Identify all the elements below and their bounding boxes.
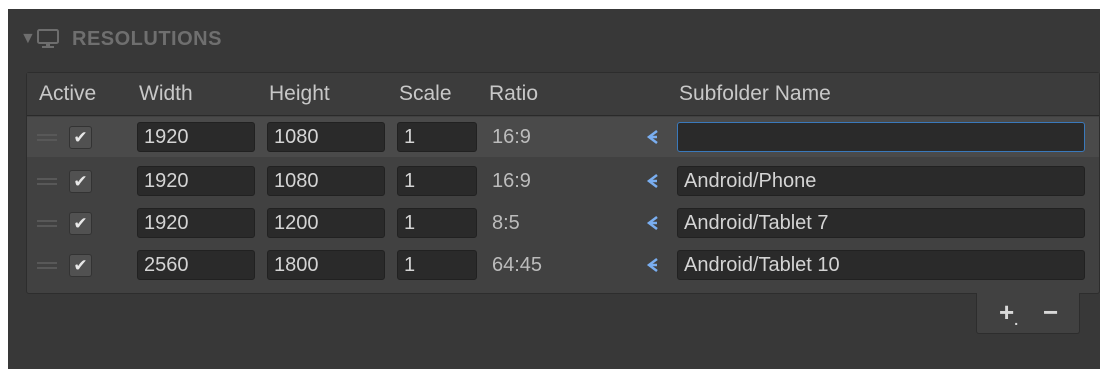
remove-button[interactable]: − xyxy=(1043,297,1058,328)
scale-field[interactable]: 1 xyxy=(397,250,477,280)
link-icon[interactable] xyxy=(644,172,662,190)
table-row[interactable]: ✔ 1920 1080 1 16:9 Android/Phone xyxy=(27,161,1099,201)
resolutions-panel: ▼ RESOLUTIONS Active Width Height Scale … xyxy=(8,9,1100,369)
subfolder-name-field[interactable]: Android/Tablet 10 xyxy=(677,250,1085,280)
list-footer: +. − xyxy=(976,293,1080,334)
subfolder-name-field[interactable]: Android/Tablet 7 xyxy=(677,208,1085,238)
height-field[interactable]: 1080 xyxy=(267,166,385,196)
drag-handle-icon[interactable] xyxy=(37,262,57,272)
link-icon[interactable] xyxy=(644,256,662,274)
resolutions-table: Active Width Height Scale Ratio Subfolde… xyxy=(26,72,1100,294)
column-header-width: Width xyxy=(139,82,193,105)
foldout-arrow-icon[interactable]: ▼ xyxy=(20,30,36,48)
active-checkbox[interactable]: ✔ xyxy=(69,170,92,193)
scale-field[interactable]: 1 xyxy=(397,122,477,152)
active-checkbox[interactable]: ✔ xyxy=(69,126,92,149)
subfolder-name-field[interactable] xyxy=(677,122,1085,152)
drag-handle-icon[interactable] xyxy=(37,178,57,188)
monitor-icon xyxy=(37,29,59,48)
table-header: Active Width Height Scale Ratio Subfolde… xyxy=(27,73,1099,116)
height-field[interactable]: 1080 xyxy=(267,122,385,152)
subfolder-name-field[interactable]: Android/Phone xyxy=(677,166,1085,196)
table-row[interactable]: ✔ 2560 1800 1 64:45 Android/Tablet 10 xyxy=(27,245,1099,285)
add-button[interactable]: +. xyxy=(999,297,1018,328)
active-checkbox[interactable]: ✔ xyxy=(69,254,92,277)
drag-handle-icon[interactable] xyxy=(37,220,57,230)
link-icon[interactable] xyxy=(644,214,662,232)
column-header-ratio: Ratio xyxy=(489,82,539,105)
ratio-value: 16:9 xyxy=(492,126,531,148)
ratio-value: 64:45 xyxy=(492,254,543,276)
width-field[interactable]: 2560 xyxy=(137,250,255,280)
section-title: RESOLUTIONS xyxy=(72,27,222,50)
height-field[interactable]: 1200 xyxy=(267,208,385,238)
width-field[interactable]: 1920 xyxy=(137,166,255,196)
table-row[interactable]: ✔ 1920 1200 1 8:5 Android/Tablet 7 xyxy=(27,203,1099,243)
column-header-scale: Scale xyxy=(399,82,452,105)
ratio-value: 16:9 xyxy=(492,170,531,192)
width-field[interactable]: 1920 xyxy=(137,122,255,152)
column-header-height: Height xyxy=(269,82,330,105)
drag-handle-icon[interactable] xyxy=(37,134,57,144)
width-field[interactable]: 1920 xyxy=(137,208,255,238)
active-checkbox[interactable]: ✔ xyxy=(69,212,92,235)
link-icon[interactable] xyxy=(644,128,662,146)
scale-field[interactable]: 1 xyxy=(397,166,477,196)
table-row[interactable]: ✔ 1920 1080 1 16:9 xyxy=(27,117,1099,157)
ratio-value: 8:5 xyxy=(492,212,520,234)
scale-field[interactable]: 1 xyxy=(397,208,477,238)
column-header-subfolder: Subfolder Name xyxy=(679,82,831,105)
section-header[interactable]: ▼ RESOLUTIONS xyxy=(8,9,1100,69)
height-field[interactable]: 1800 xyxy=(267,250,385,280)
column-header-active: Active xyxy=(39,82,97,105)
